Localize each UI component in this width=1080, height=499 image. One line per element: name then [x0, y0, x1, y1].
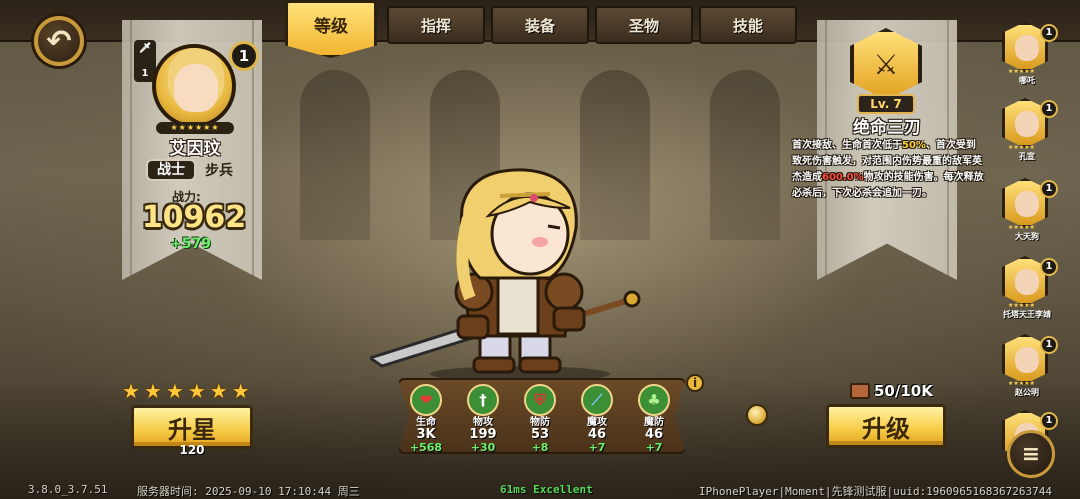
- tab-equipment[interactable]: 装备: [491, 6, 589, 44]
- clover-icon: ♣: [638, 384, 670, 416]
- hero-list-level: 1: [1040, 180, 1058, 198]
- stat-delta: +7: [645, 441, 663, 454]
- hero-list-item[interactable]: 1 ★★★★★ 大天狗: [996, 174, 1070, 246]
- stat-magic-defense: ♣ 魔防 46 +7: [626, 384, 682, 454]
- hero-list-item[interactable]: 1 ★★★★★ 哪吒: [996, 18, 1070, 90]
- hero-list-item[interactable]: 1 ★★★★★ 托塔天王李靖: [996, 252, 1070, 324]
- stat-hp: ❤ 生命 3K +568: [398, 384, 454, 454]
- skill-level: Lv. 7: [857, 94, 915, 114]
- heart-icon: ❤: [410, 384, 442, 416]
- hero-list-item[interactable]: 1 ★★★★★ 赵公明: [996, 330, 1070, 402]
- tab-skill[interactable]: 技能: [699, 6, 797, 44]
- hero-type-label: 步兵: [205, 163, 233, 179]
- stat-physical-defense: ⛨ 物防 53 +8: [512, 384, 568, 454]
- stat-value: 53: [530, 427, 550, 442]
- portrait-face: [174, 64, 218, 112]
- hero-list-stars: ★★★★★: [1008, 224, 1035, 231]
- info-icon[interactable]: i: [686, 374, 704, 392]
- hero-list-level: 1: [1040, 336, 1058, 354]
- star-up-cost: 120: [179, 443, 205, 457]
- background-arch: [710, 70, 780, 240]
- hero-list-name: 赵公明: [1015, 388, 1039, 397]
- hero-list-stars: ★★★★★: [1008, 380, 1035, 387]
- stat-delta: +8: [531, 441, 549, 454]
- hero-character: [370, 168, 641, 382]
- skill-name: 绝命三刃: [853, 118, 921, 138]
- stat-value: 199: [469, 427, 497, 442]
- star-icon: ★: [209, 379, 228, 403]
- hero-list-name: 大天狗: [1015, 232, 1039, 241]
- tab-relic[interactable]: 圣物: [595, 6, 693, 44]
- star-icon: ★: [122, 379, 140, 403]
- upgrade-button[interactable]: 升级: [826, 404, 946, 448]
- exp-book-icon: [850, 383, 870, 399]
- hero-list-level: 1: [1040, 412, 1058, 430]
- star-icon: ★: [143, 379, 162, 403]
- hero-list-level: 1: [1040, 258, 1058, 276]
- portrait-stars: ★★★★★★: [156, 122, 234, 134]
- menu-button[interactable]: ≡: [1007, 430, 1055, 478]
- star-icon: ★: [187, 379, 206, 403]
- background-arch: [300, 70, 370, 240]
- stat-physical-attack: † 物攻 199 +30: [455, 384, 511, 454]
- device-info-text: IPhonePlayer|Moment|先锋测试服|uuid:196096516…: [699, 485, 1053, 498]
- back-arrow-icon: ↶: [46, 23, 72, 59]
- star-icon: ★: [231, 379, 250, 403]
- hero-level-badge: 1: [229, 41, 259, 71]
- star-rating: ★ ★ ★ ★ ★ ★: [122, 380, 250, 402]
- hero-list-level: 1: [1040, 100, 1058, 118]
- stat-value: 3K: [416, 427, 436, 442]
- shield-icon: ⛨: [524, 384, 556, 416]
- hero-list-stars: ★★★★★: [1008, 68, 1035, 75]
- coin-icon[interactable]: [746, 404, 768, 426]
- server-time-text: 服务器时间: 2025-09-10 17:10:44 周三: [137, 485, 360, 498]
- stat-delta: +568: [409, 441, 443, 454]
- hamburger-icon: ≡: [1021, 441, 1041, 467]
- hero-list-name: 孔宣: [1019, 152, 1035, 161]
- stat-delta: +7: [588, 441, 606, 454]
- stat-value: 46: [644, 427, 664, 442]
- hero-list-stars: ★★★★★: [1008, 302, 1035, 309]
- stat-value: 46: [587, 427, 607, 442]
- hero-list-item[interactable]: 1 ★★★★★ 孔宣: [996, 94, 1070, 166]
- hero-name: 艾因玟: [169, 139, 221, 159]
- skill-description: 首次接敌、生命首次低于50%、首次受到致死伤害触发，对范围内伤势最重的敌军英杰造…: [792, 140, 984, 199]
- sword-icon: †: [467, 384, 499, 416]
- hero-list-level: 1: [1040, 24, 1058, 42]
- hero-portrait[interactable]: [152, 44, 236, 128]
- sword-rank-icon: 🗡: [138, 43, 152, 54]
- wand-icon: ⟋: [581, 384, 613, 416]
- version-text: 3.8.0_3.7.51: [28, 483, 108, 496]
- hero-list-stars: ★★★★★: [1008, 144, 1035, 151]
- tab-command[interactable]: 指挥: [387, 6, 485, 44]
- hero-list-name: 哪吒: [1019, 76, 1035, 85]
- debug-footer: 3.8.0_3.7.51 服务器时间: 2025-09-10 17:10:44 …: [0, 483, 1080, 499]
- latency-text: 61ms Excellent: [500, 483, 593, 496]
- hero-list-name: 托塔天王李靖: [1003, 310, 1051, 319]
- power-delta: +579: [170, 236, 211, 252]
- hero-class-badge: 战士: [146, 159, 196, 181]
- back-button[interactable]: ↶: [34, 16, 84, 66]
- rank-value: 1: [141, 68, 149, 79]
- stat-delta: +30: [470, 441, 496, 454]
- star-icon: ★: [165, 379, 184, 403]
- upgrade-cost: 50/10K: [874, 382, 933, 400]
- power-value: 10962: [141, 200, 247, 235]
- stat-magic-attack: ⟋ 魔攻 46 +7: [569, 384, 625, 454]
